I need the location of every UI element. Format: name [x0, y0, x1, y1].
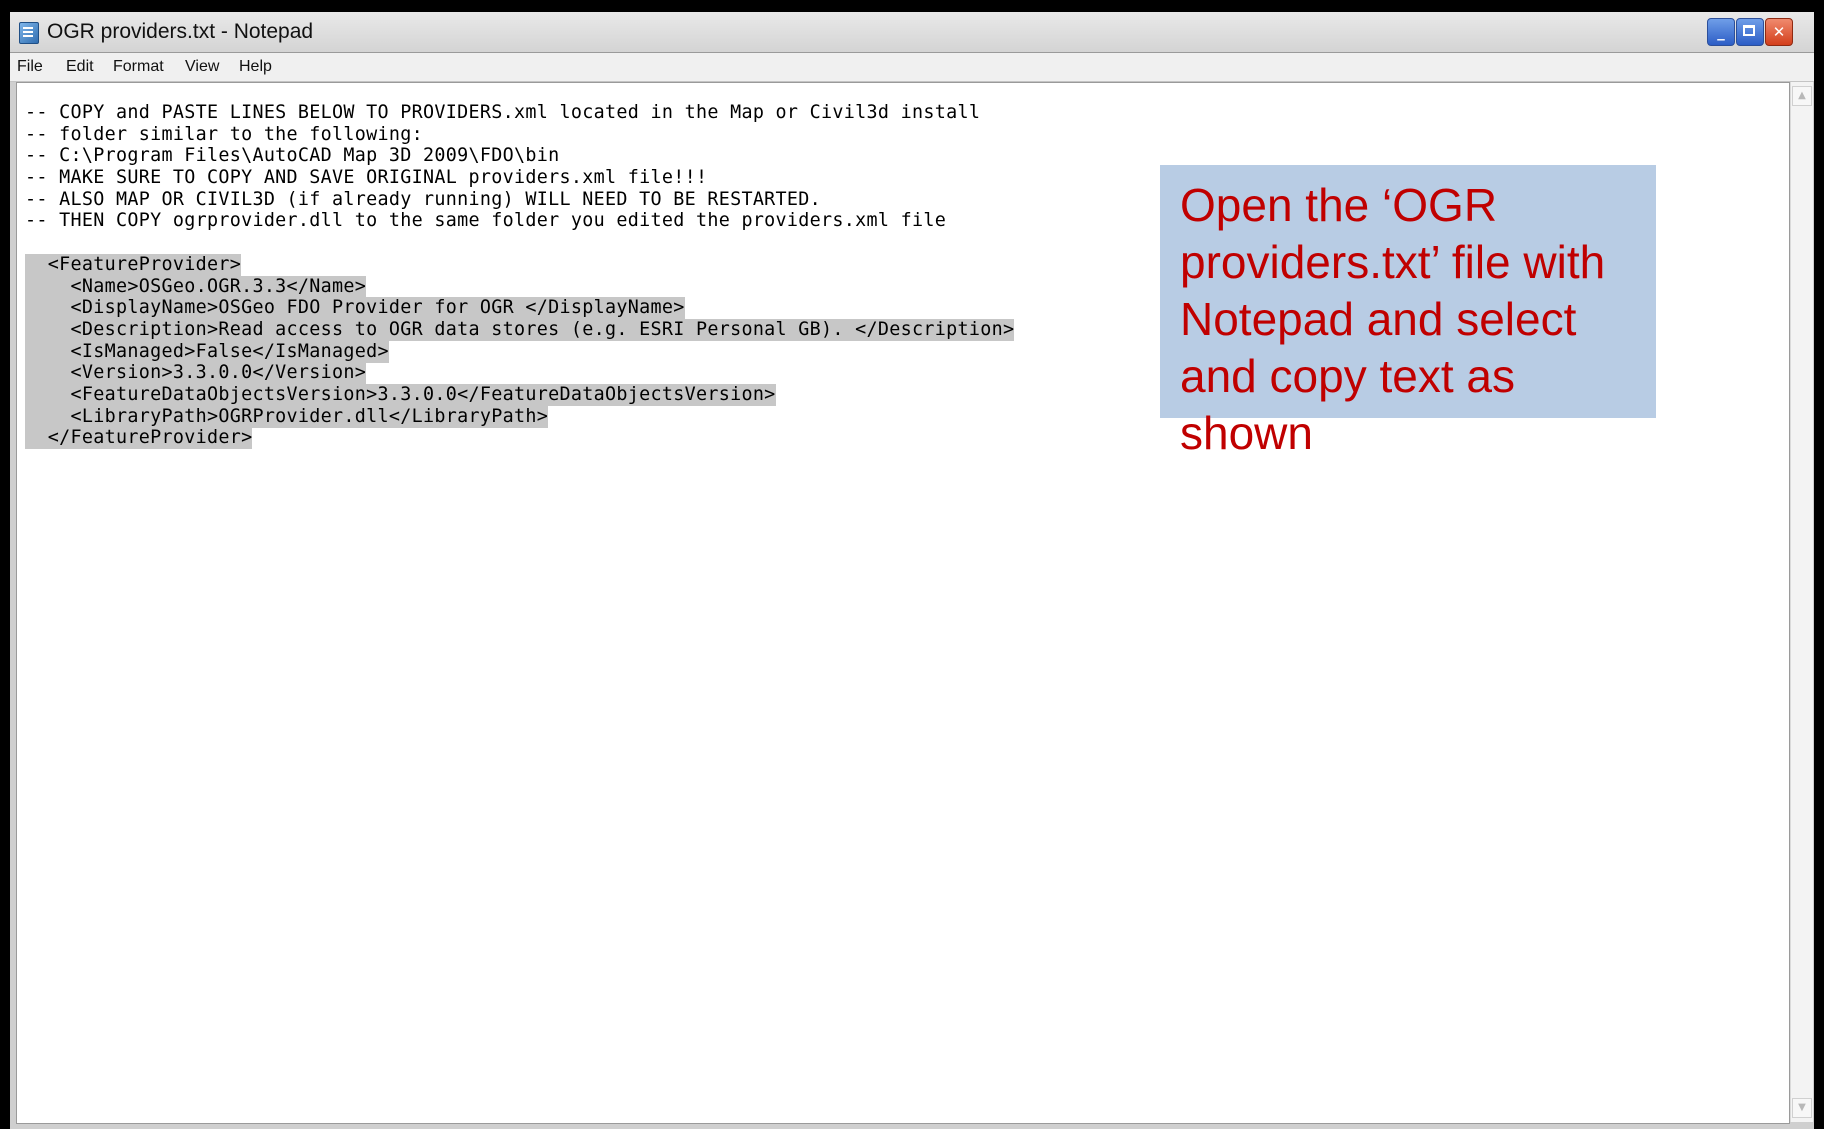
selected-text-line: <DisplayName>OSGeo FDO Provider for OGR … [25, 297, 685, 319]
selected-text-line: <IsManaged>False</IsManaged> [25, 341, 389, 363]
text-line: -- THEN COPY ogrprovider.dll to the same… [25, 210, 947, 231]
selected-text-line: <Name>OSGeo.OGR.3.3</Name> [25, 276, 367, 298]
menu-view[interactable]: View [181, 53, 223, 81]
title-bar[interactable]: OGR providers.txt - Notepad _ ✕ [10, 12, 1814, 53]
text-line: -- folder similar to the following: [25, 124, 424, 145]
callout-text: Open the ‘OGR providers.txt’ file with N… [1180, 179, 1606, 459]
selected-text-line: <FeatureDataObjectsVersion>3.3.0.0</Feat… [25, 384, 776, 406]
notepad-app-icon [19, 22, 39, 44]
text-line: -- MAKE SURE TO COPY AND SAVE ORIGINAL p… [25, 167, 708, 188]
window-title: OGR providers.txt - Notepad [47, 20, 314, 43]
selected-text-line: <Version>3.3.0.0</Version> [25, 362, 367, 384]
minimize-button[interactable]: _ [1707, 18, 1735, 46]
menu-format[interactable]: Format [109, 53, 168, 81]
selected-text-line: <FeatureProvider> [25, 254, 242, 276]
text-line: -- C:\Program Files\AutoCAD Map 3D 2009\… [25, 145, 560, 166]
menu-file[interactable]: File [13, 53, 47, 81]
instruction-callout: Open the ‘OGR providers.txt’ file with N… [1160, 165, 1656, 459]
vertical-scrollbar[interactable]: ▲ ▼ [1790, 82, 1813, 1122]
text-line: -- ALSO MAP OR CIVIL3D (if already runni… [25, 189, 822, 210]
maximize-button[interactable] [1736, 18, 1764, 46]
menu-bar: File Edit Format View Help [10, 53, 1814, 82]
text-line: -- COPY and PASTE LINES BELOW TO PROVIDE… [25, 102, 981, 123]
menu-help[interactable]: Help [235, 53, 276, 81]
selected-text-line: </FeatureProvider> [25, 427, 253, 449]
menu-edit[interactable]: Edit [62, 53, 98, 81]
close-button[interactable]: ✕ [1765, 18, 1793, 46]
selected-text-line: <Description>Read access to OGR data sto… [25, 319, 1015, 341]
scroll-down-icon[interactable]: ▼ [1792, 1098, 1812, 1118]
scroll-up-icon[interactable]: ▲ [1792, 86, 1812, 106]
selected-text-line: <LibraryPath>OGRProvider.dll</LibraryPat… [25, 406, 549, 428]
